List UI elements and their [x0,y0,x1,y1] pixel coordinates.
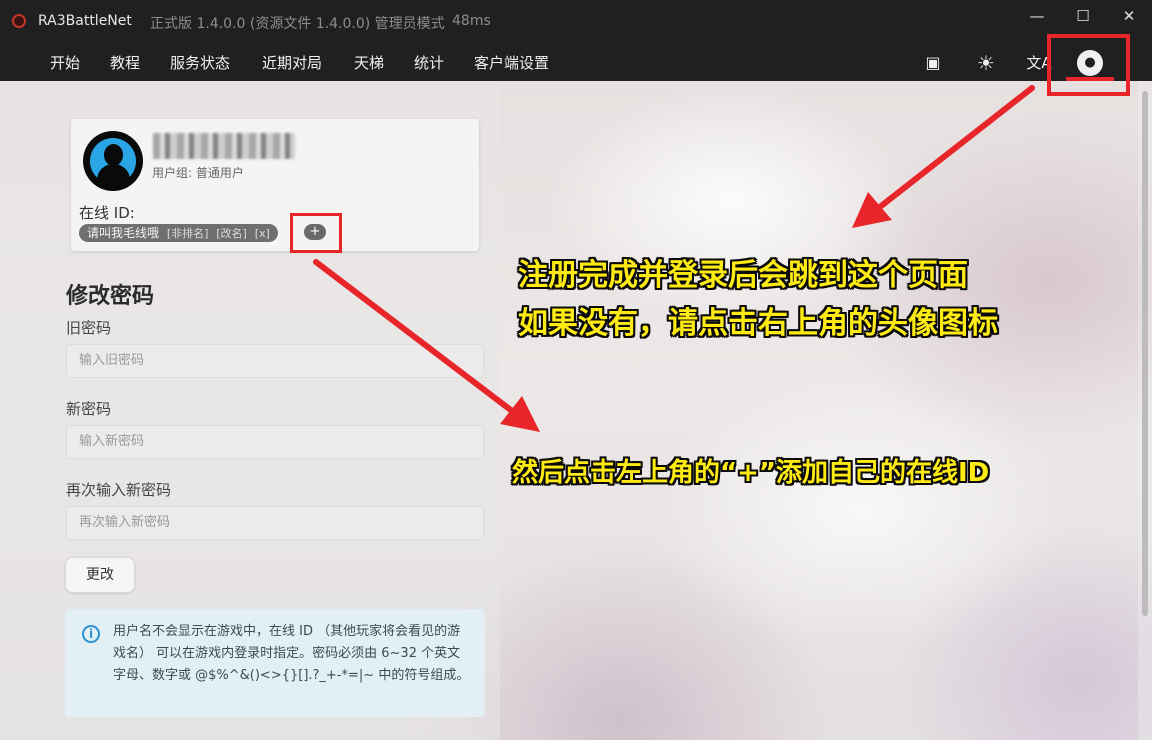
user-group: 用户组: 普通用户 [152,166,244,180]
rename-link[interactable]: [改名] [216,227,247,240]
new-password-label: 新密码 [66,400,112,418]
annotation-line-1: 注册完成并登录后会跳到这个页面 [518,258,968,293]
old-password-input[interactable]: 输入旧密码 [66,344,484,378]
unranked-tag[interactable]: [非排名] [167,227,209,240]
avatar-head [104,144,123,166]
profile-card: 用户组: 普通用户 在线 ID: 请叫我毛线哦 [非排名] [改名] [x] + [71,119,479,251]
nav-item-service-status[interactable]: 服务状态 [170,52,230,73]
bilibili-icon[interactable]: ▣ [920,50,946,76]
app-name: RA3BattleNet [38,13,132,29]
nav-item-start[interactable]: 开始 [50,52,80,73]
avatar-highlight-box [1047,34,1130,96]
maximize-button[interactable]: ☐ [1060,0,1106,32]
title-bar: RA3BattleNet 正式版 1.4.0.0 (资源文件 1.4.0.0) … [0,0,1152,44]
scrollbar-thumb[interactable] [1142,91,1148,616]
version-info: 正式版 1.4.0.0 (资源文件 1.4.0.0) 管理员模式 [150,16,445,32]
avatar-body [97,164,130,188]
change-password-button[interactable]: 更改 [65,557,135,593]
nav-item-statistics[interactable]: 统计 [414,52,444,73]
main-content: 用户组: 普通用户 在线 ID: 请叫我毛线哦 [非排名] [改名] [x] +… [0,81,1152,740]
old-password-label: 旧密码 [66,319,112,337]
ping-indicator: 48ms [452,13,491,29]
info-icon: i [82,625,100,643]
repeat-password-input[interactable]: 再次输入新密码 [66,506,484,540]
nav-item-tutorial[interactable]: 教程 [110,52,140,73]
avatar [83,131,143,191]
change-password-title: 修改密码 [66,284,155,309]
repeat-password-label: 再次输入新密码 [66,481,172,499]
sun-icon[interactable]: ☀ [973,50,999,76]
avatar-underline [1066,77,1114,81]
info-box: i 用户名不会显示在游戏中，在线 ID （其他玩家将会看见的游戏名） 可以在游戏… [65,609,485,717]
online-id-chip: 请叫我毛线哦 [非排名] [改名] [x] [79,224,278,242]
nav-item-recent-matches[interactable]: 近期对局 [262,52,322,73]
minimize-button[interactable]: — [1014,0,1060,32]
info-text: 用户名不会显示在游戏中，在线 ID （其他玩家将会看见的游戏名） 可以在游戏内登… [113,624,470,683]
new-password-input[interactable]: 输入新密码 [66,425,484,459]
username-blurred [153,133,295,159]
nav-item-ladder[interactable]: 天梯 [354,52,384,73]
app-logo-icon [12,14,26,28]
annotation-line-2: 如果没有，请点击右上角的头像图标 [518,306,998,341]
annotation-line-3: 然后点击左上角的“+”添加自己的在线ID [512,458,990,488]
nav-item-client-settings[interactable]: 客户端设置 [474,52,549,73]
close-button[interactable]: ✕ [1106,0,1152,32]
delete-link[interactable]: [x] [255,227,270,240]
plus-highlight-box [290,213,342,253]
online-id-name: 请叫我毛线哦 [87,226,160,240]
nav-bar: 开始 教程 服务状态 近期对局 天梯 统计 客户端设置 ▣ ☀ 文A ● [0,44,1152,81]
online-id-label: 在线 ID: [79,204,135,222]
